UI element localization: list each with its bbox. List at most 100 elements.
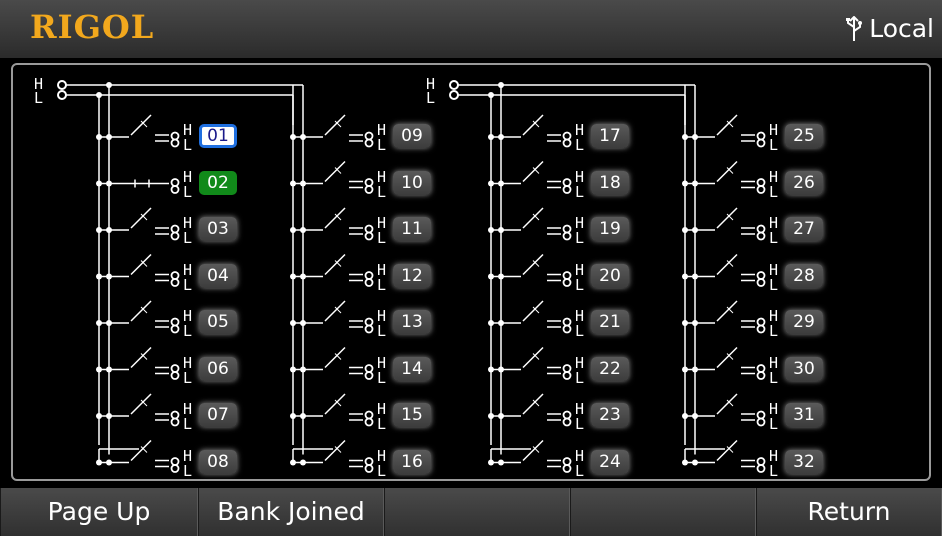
open-contact (130, 253, 152, 276)
terminal-ring (449, 90, 459, 100)
channel-l-label: L (377, 461, 387, 480)
channel-l-label: L (769, 415, 779, 433)
channel-25-button[interactable]: 25 (785, 124, 823, 148)
open-contact (324, 346, 346, 369)
channel-l-label: L (377, 182, 387, 201)
channel-l-label: L (575, 136, 585, 154)
channel-27-button[interactable]: 27 (785, 217, 823, 241)
channel-12-button[interactable]: 12 (393, 263, 431, 288)
channel-terminal (756, 278, 766, 287)
channel-terminal (170, 317, 180, 327)
channel-l-label: L (183, 461, 193, 480)
channel-terminal (364, 317, 374, 327)
channel-l-label: L (769, 136, 779, 154)
channel-07-button[interactable]: 07 (199, 403, 237, 427)
channel-terminal (756, 224, 766, 234)
channel-terminal (364, 231, 374, 241)
open-contact (522, 114, 544, 136)
channel-11-button[interactable]: 11 (393, 217, 431, 241)
channel-03-button[interactable]: 03 (199, 217, 237, 241)
terminal-ring (57, 80, 67, 90)
channel-19-button[interactable]: 19 (591, 217, 629, 241)
channel-l-label: L (377, 136, 387, 154)
channel-09-button[interactable]: 09 (393, 124, 431, 148)
channel-10-button[interactable]: 10 (393, 170, 431, 195)
channel-22-button[interactable]: 22 (591, 356, 629, 381)
open-contact (522, 300, 544, 322)
channel-terminal (562, 231, 572, 241)
softkey-bar: Page Up Bank Joined Return (0, 488, 942, 536)
channel-l-label: L (575, 275, 585, 294)
channel-terminal (364, 417, 374, 427)
channel-l-label: L (575, 229, 585, 247)
channel-26-button[interactable]: 26 (785, 170, 823, 195)
open-contact (716, 114, 738, 136)
open-contact (324, 207, 346, 229)
channel-l-label: L (377, 415, 387, 433)
channel-terminal (756, 457, 766, 466)
open-contact (324, 393, 346, 415)
softkey-2[interactable]: Bank Joined (198, 488, 384, 536)
remote-status: Local (845, 14, 934, 43)
channel-15-button[interactable]: 15 (393, 403, 431, 427)
open-contact (716, 253, 738, 276)
channel-l-label: L (183, 275, 193, 294)
channel-terminal (562, 324, 572, 334)
channel-02-button[interactable]: 02 (199, 170, 237, 195)
channel-terminal (756, 138, 766, 148)
softkey-1[interactable]: Page Up (0, 488, 198, 536)
channel-l-label: L (769, 368, 779, 387)
softkey-3[interactable] (384, 488, 570, 536)
channel-28-button[interactable]: 28 (785, 263, 823, 288)
softkey-4[interactable] (570, 488, 756, 536)
channel-32-button[interactable]: 32 (785, 449, 823, 474)
channel-08-button[interactable]: 08 (199, 449, 237, 474)
channel-20-button[interactable]: 20 (591, 263, 629, 288)
usb-icon (846, 15, 863, 41)
channel-29-button[interactable]: 29 (785, 310, 823, 334)
terminal-ring (449, 80, 459, 90)
channel-31-button[interactable]: 31 (785, 403, 823, 427)
channel-terminal (364, 278, 374, 287)
channel-13-button[interactable]: 13 (393, 310, 431, 334)
channel-01-button[interactable]: 01 (199, 124, 237, 148)
open-contact (522, 160, 544, 183)
channel-terminal (756, 131, 766, 141)
channel-terminal (562, 410, 572, 420)
channel-terminal (756, 371, 766, 380)
channel-terminal (756, 324, 766, 334)
channel-l-label: L (183, 229, 193, 247)
channel-04-button[interactable]: 04 (199, 263, 237, 288)
channel-terminal (562, 464, 572, 473)
channel-l-label: L (183, 322, 193, 340)
channel-terminal (562, 457, 572, 466)
switch-panel: H L H L 01 H L 02 H L 03 H L 04 H L 05 H L 06 H L 07 H L 08 H L 09 H L… (11, 63, 931, 481)
channel-terminal (364, 457, 374, 466)
softkey-5[interactable]: Return (756, 488, 942, 536)
channel-terminal (756, 231, 766, 241)
open-contact (324, 253, 346, 276)
channel-terminal (562, 364, 572, 373)
terminal-ring (57, 90, 67, 100)
channel-14-button[interactable]: 14 (393, 356, 431, 381)
channel-l-label: L (769, 461, 779, 480)
channel-16-button[interactable]: 16 (393, 449, 431, 474)
channel-23-button[interactable]: 23 (591, 403, 629, 427)
open-contact (522, 393, 544, 415)
channel-24-button[interactable]: 24 (591, 449, 629, 474)
channel-terminal (170, 464, 180, 473)
channel-terminal (756, 271, 766, 280)
channel-30-button[interactable]: 30 (785, 356, 823, 381)
channel-06-button[interactable]: 06 (199, 356, 237, 381)
channel-terminal (364, 138, 374, 148)
channel-l-label: L (575, 322, 585, 340)
channel-terminal (562, 317, 572, 327)
channel-l-label: L (377, 229, 387, 247)
channel-21-button[interactable]: 21 (591, 310, 629, 334)
channel-terminal (170, 138, 180, 148)
channel-terminal (170, 371, 180, 380)
channel-05-button[interactable]: 05 (199, 310, 237, 334)
channel-17-button[interactable]: 17 (591, 124, 629, 148)
channel-18-button[interactable]: 18 (591, 170, 629, 195)
open-contact (324, 300, 346, 322)
